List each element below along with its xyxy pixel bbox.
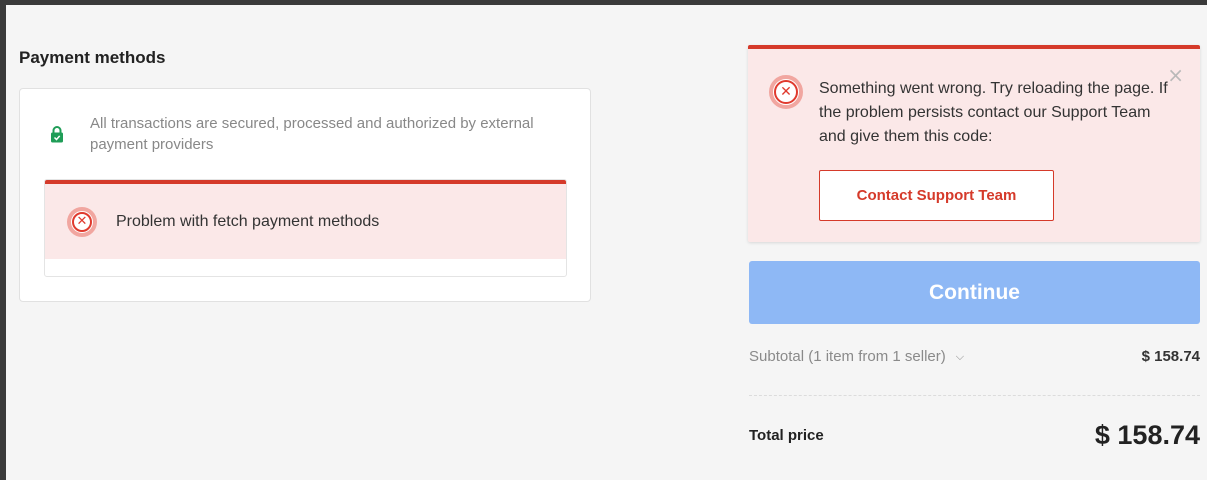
subtotal-toggle[interactable]: Subtotal (1 item from 1 seller) ⌵	[749, 348, 964, 365]
chevron-down-icon: ⌵	[955, 349, 965, 363]
subtotal-row: Subtotal (1 item from 1 seller) ⌵ $ 158.…	[749, 348, 1200, 365]
total-value: $ 158.74	[1094, 419, 1200, 450]
subtotal-label: Subtotal (1 item from 1 seller)	[749, 348, 946, 365]
page-viewport: Payment methods All transactions are sec…	[6, 5, 1207, 480]
continue-button[interactable]: Continue	[749, 261, 1200, 324]
summary-divider	[749, 395, 1200, 396]
lock-icon	[51, 126, 63, 143]
error-icon: ✕	[67, 206, 97, 237]
error-icon: ✕	[769, 75, 803, 109]
subtotal-value: $ 158.74	[1141, 348, 1200, 365]
secure-notice: All transactions are secured, processed …	[50, 113, 550, 155]
total-label: Total price	[749, 426, 824, 444]
payment-methods-error: ✕ Problem with fetch payment methods	[45, 180, 566, 259]
secure-notice-text: All transactions are secured, processed …	[90, 115, 534, 153]
payment-methods-title: Payment methods	[19, 48, 166, 67]
payment-methods-card: All transactions are secured, processed …	[19, 88, 591, 302]
payment-methods-list: ✕ Problem with fetch payment methods	[44, 179, 567, 277]
total-row: Total price $ 158.74	[749, 417, 1200, 453]
payment-methods-error-text: Problem with fetch payment methods	[116, 212, 380, 230]
error-alert-message: Something went wrong. Try reloading the …	[819, 80, 1168, 145]
contact-support-button[interactable]: Contact Support Team	[819, 170, 1054, 221]
error-alert: ✕ × Something went wrong. Try reloading …	[748, 45, 1200, 242]
